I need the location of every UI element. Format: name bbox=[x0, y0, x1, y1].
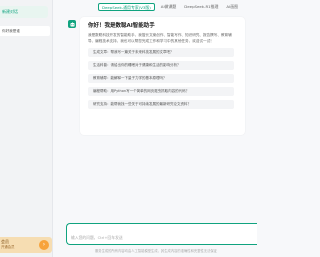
tab-deepseek-v3[interactable]: DeepSeek-通用专家(V3版) bbox=[98, 3, 155, 11]
suggestion-item[interactable]: 生成文章：帮我写一篇关于未来科技发展的文章吧？ bbox=[88, 48, 234, 58]
suggestion-item[interactable]: 教育辅导：能解释一下量子力学的基本原理吗？ bbox=[88, 74, 234, 84]
suggestion-item[interactable]: 研究支持：能帮我找一些关于可持续发展的最新研究论文资料？ bbox=[88, 100, 234, 110]
model-tabs: DeepSeek-通用专家(V3版) AI做课题 DeepSeek-R1推理 A… bbox=[98, 3, 240, 11]
history-item-label: 你好我是谁 bbox=[2, 29, 20, 33]
suggestion-item[interactable]: 编程帮助：用Python写一个简单的网页爬虫抓取内容的代码？ bbox=[88, 87, 234, 97]
assistant-avatar bbox=[68, 20, 76, 28]
sidebar: 新建对话 你好我是谁 会员 开通会员 › bbox=[0, 0, 53, 257]
arrow-right-icon[interactable]: › bbox=[39, 240, 49, 250]
tab-deepseek-r1[interactable]: DeepSeek-R1推理 bbox=[182, 3, 220, 11]
tab-ai-drawing[interactable]: AI画图 bbox=[224, 3, 240, 11]
chat-input[interactable] bbox=[67, 231, 257, 244]
membership-panel[interactable]: 会员 开通会员 › bbox=[0, 237, 52, 253]
bot-icon bbox=[70, 21, 74, 26]
welcome-title: 你好！我是数聪AI智能助手 bbox=[88, 23, 155, 29]
welcome-card: 你好！我是数聪AI智能助手 我是数聪科技开发的智能助手，我擅长文案创作、智能写作… bbox=[80, 17, 245, 135]
new-chat-label: 新建对话 bbox=[2, 9, 18, 14]
welcome-description: 我是数聪科技开发的智能助手，我擅长文案创作、智能写作、知识研究、报告撰写、教育辅… bbox=[88, 33, 232, 43]
new-chat-button[interactable]: 新建对话 bbox=[0, 6, 48, 18]
disclaimer-footer: 服务生成的所有内容均由人工智能模型生成，其生成内容的准确性和完整性无法保证 bbox=[95, 249, 217, 253]
sidebar-history-item[interactable]: 你好我是谁 bbox=[0, 26, 50, 36]
chat-input-box[interactable] bbox=[66, 223, 257, 245]
suggestion-item[interactable]: 生活科普：请给出你的睡眠对于健康和生活的影响分析？ bbox=[88, 61, 234, 71]
tab-ai-research[interactable]: AI做课题 bbox=[159, 3, 178, 11]
